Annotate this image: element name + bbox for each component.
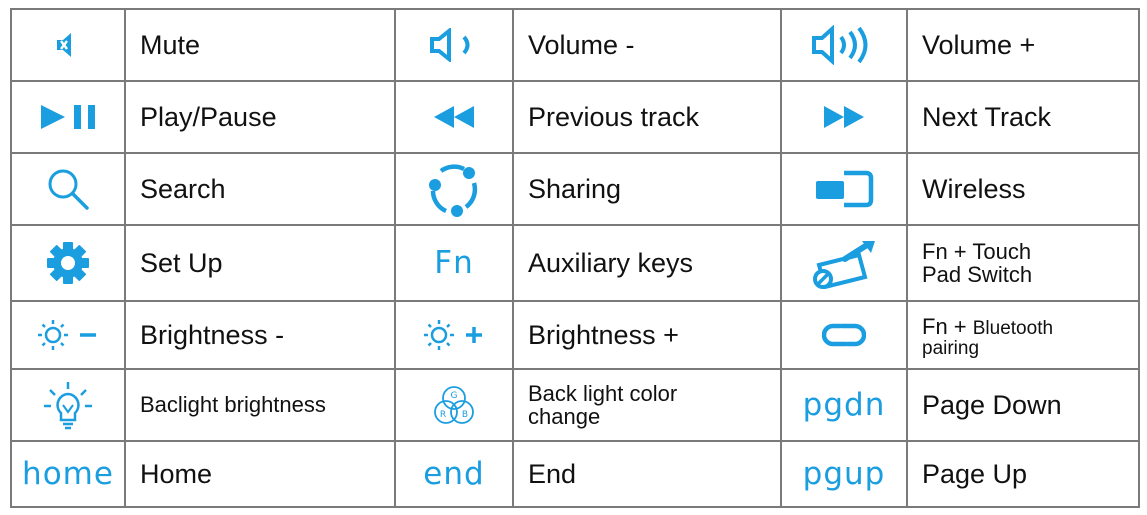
key-label-line: change [528,404,601,429]
key-label: Volume + [906,8,1140,82]
key-icon-cell: home [10,440,126,508]
brightness-up-icon [422,318,486,352]
key-icon-cell [780,224,908,302]
key-label: Brightness - [124,300,396,370]
play-pause-icon [37,102,99,132]
key-label: Baclight brightness [124,368,396,442]
bluetooth-pairing-icon [822,320,866,350]
key-label: Wireless [906,152,1140,226]
key-label: Brightness + [512,300,782,370]
sharing-icon [424,159,484,219]
touchpad-switch-icon [809,237,879,289]
key-icon-cell [394,300,514,370]
gear-icon [45,240,91,286]
key-label-line: Fn + Bluetooth [922,311,1137,339]
key-icon-cell [10,152,126,226]
key-label: Search [124,152,396,226]
table-row: Play/Pause Previous track Next Track [10,80,1140,154]
table-row: Baclight brightness G R B Back light col… [10,368,1140,442]
key-label-two-line: Back light color change [512,368,782,442]
key-icon-cell [10,224,126,302]
key-label: Page Up [906,440,1140,508]
key-icon-cell [10,8,126,82]
key-label-two-line: Fn + Bluetooth pairing [906,300,1140,370]
key-label: Set Up [124,224,396,302]
rgb-color-icon: G R B [429,382,479,428]
key-label-two-line: Fn + Touch Pad Switch [906,224,1140,302]
rgb-letter-g: G [451,391,458,401]
key-icon-cell: pgup [780,440,908,508]
table-row: Set Up Fn Auxiliary keys Fn + Touch Pad … [10,224,1140,302]
key-icon-cell: G R B [394,368,514,442]
key-label: Next Track [906,80,1140,154]
key-icon-cell: end [394,440,514,508]
previous-track-icon [431,103,477,131]
key-icon-cell [780,8,908,82]
key-label-line: pairing [922,338,980,360]
wireless-icon [813,168,875,210]
fn-key-icon: Fn [434,245,474,281]
key-label-line: Fn + Touch [922,238,1032,264]
table-row: Mute Volume - Volume + [10,8,1140,82]
key-label: Auxiliary keys [512,224,782,302]
key-icon-cell [10,368,126,442]
key-icon-cell [780,300,908,370]
key-label: End [512,440,782,508]
volume-down-icon [426,28,482,62]
pgdn-key-icon: pgdn [802,387,886,423]
mute-icon [53,30,83,60]
key-label-bluetooth: Bluetooth [972,317,1054,339]
next-track-icon [821,103,867,131]
key-label-line: Pad Switch [922,262,1033,287]
volume-up-icon [808,25,880,65]
pgup-key-icon: pgup [802,456,886,492]
rgb-letter-b: B [462,410,468,420]
key-label: Play/Pause [124,80,396,154]
table-row: Brightness - Brightness + Fn + Bluetooth… [10,300,1140,370]
key-icon-cell [10,80,126,154]
key-icon-cell: pgdn [780,368,908,442]
table-row: Search Sharing Wireless [10,152,1140,226]
key-icon-cell [394,80,514,154]
key-label: Home [124,440,396,508]
rgb-letter-r: R [440,410,446,420]
backlight-bulb-icon [41,380,95,430]
key-label: Page Down [906,368,1140,442]
key-icon-cell [394,8,514,82]
key-icon-cell [10,300,126,370]
key-icon-cell: Fn [394,224,514,302]
key-label: Previous track [512,80,782,154]
table-row: home Home end End pgup Page Up [10,440,1140,508]
brightness-down-icon [36,318,100,352]
key-icon-cell [780,152,908,226]
key-label-fn: Fn + [922,313,973,339]
key-icon-cell [394,152,514,226]
home-key-icon: home [22,456,114,492]
key-label: Mute [124,8,396,82]
shortcut-key-table: Mute Volume - Volume + Play/Pause Previo… [10,8,1140,508]
key-label-line: Back light color [528,380,678,406]
end-key-icon: end [423,456,485,492]
key-label: Sharing [512,152,782,226]
key-icon-cell [780,80,908,154]
search-icon [45,166,91,212]
key-label: Volume - [512,8,782,82]
